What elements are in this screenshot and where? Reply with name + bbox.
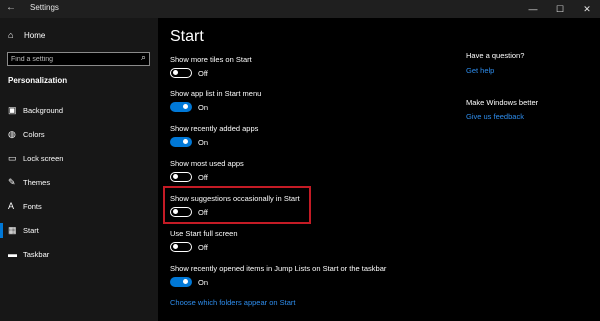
back-arrow-icon[interactable]: ← [6,2,16,13]
setting-full-screen: Use Start full screen Off [170,229,450,259]
toggle-switch[interactable] [170,242,192,252]
sidebar-item-label: Fonts [23,202,42,211]
close-button[interactable]: ✕ [574,0,600,18]
setting-label: Show most used apps [170,159,244,168]
setting-suggestions: Show suggestions occasionally in Start O… [170,194,450,224]
toggle-state: Off [198,243,208,252]
sidebar-item-label: Start [23,226,39,235]
sidebar-item-taskbar[interactable]: ▬ Taskbar [0,244,158,266]
sidebar-item-label: Background [23,106,64,115]
choose-folders-link[interactable]: Choose which folders appear on Start [170,298,296,307]
brush-icon: ✎ [8,177,16,187]
maximize-button[interactable]: ☐ [547,0,573,18]
search-icon[interactable]: ⌕ [141,52,146,63]
toggle-state: Off [198,173,208,182]
main-content: Start Show more tiles on Start Off Show … [158,18,600,321]
toggle-state: On [198,278,209,287]
toggle-switch[interactable] [170,172,192,182]
setting-label: Use Start full screen [170,229,238,238]
setting-label: Show suggestions occasionally in Start [170,194,300,203]
setting-label: Show more tiles on Start [170,55,252,64]
sidebar-item-label: Colors [23,130,45,139]
sidebar-item-colors[interactable]: ◍ Colors [0,124,158,146]
sidebar-item-fonts[interactable]: A Fonts [0,196,158,218]
toggle-state: Off [198,69,208,78]
page-title: Start [170,28,204,45]
sidebar-item-background[interactable]: ▣ Background [0,100,158,122]
active-indicator [0,223,3,238]
get-help-link[interactable]: Get help [466,66,494,75]
toggle-switch[interactable] [170,277,192,287]
toggle-switch[interactable] [170,207,192,217]
lock-screen-icon: ▭ [8,153,17,163]
home-nav-item[interactable]: ⌂ Home [8,30,45,40]
toggle-state: On [198,138,209,147]
section-heading: Personalization [8,76,68,85]
sidebar-item-label: Themes [23,178,51,187]
setting-label: Show app list in Start menu [170,89,262,98]
setting-more-tiles: Show more tiles on Start Off [170,55,450,85]
search-box[interactable]: ⌕ [7,52,150,66]
toggle-switch[interactable] [170,68,192,78]
image-icon: ▣ [8,105,17,115]
font-icon: A [8,201,15,211]
help-heading: Have a question? [466,51,525,60]
setting-most-used: Show most used apps Off [170,159,450,189]
sidebar-item-label: Taskbar [23,250,50,259]
home-label: Home [24,31,46,40]
sidebar-item-themes[interactable]: ✎ Themes [0,172,158,194]
setting-app-list: Show app list in Start menu On [170,89,450,119]
sidebar: ⌂ Home ⌕ Personalization ▣ Background ◍ C… [0,18,158,321]
setting-label: Show recently added apps [170,124,259,133]
taskbar-icon: ▬ [8,249,17,259]
sidebar-item-start[interactable]: ▦ Start [0,220,158,242]
sidebar-item-lock-screen[interactable]: ▭ Lock screen [0,148,158,170]
window-title: Settings [30,3,59,12]
home-icon: ⌂ [8,30,14,40]
toggle-state: Off [198,208,208,217]
start-icon: ▦ [8,225,17,235]
give-feedback-link[interactable]: Give us feedback [466,112,524,121]
toggle-switch[interactable] [170,137,192,147]
toggle-state: On [198,103,209,112]
feedback-heading: Make Windows better [466,98,539,107]
palette-icon: ◍ [8,129,16,139]
setting-jump-lists: Show recently opened items in Jump Lists… [170,264,450,294]
minimize-button[interactable]: — [520,0,546,18]
setting-label: Show recently opened items in Jump Lists… [170,264,387,273]
search-input[interactable] [11,54,123,64]
setting-recently-added: Show recently added apps On [170,124,450,154]
toggle-switch[interactable] [170,102,192,112]
title-bar: ← Settings — ☐ ✕ [0,0,600,18]
sidebar-item-label: Lock screen [23,154,64,163]
